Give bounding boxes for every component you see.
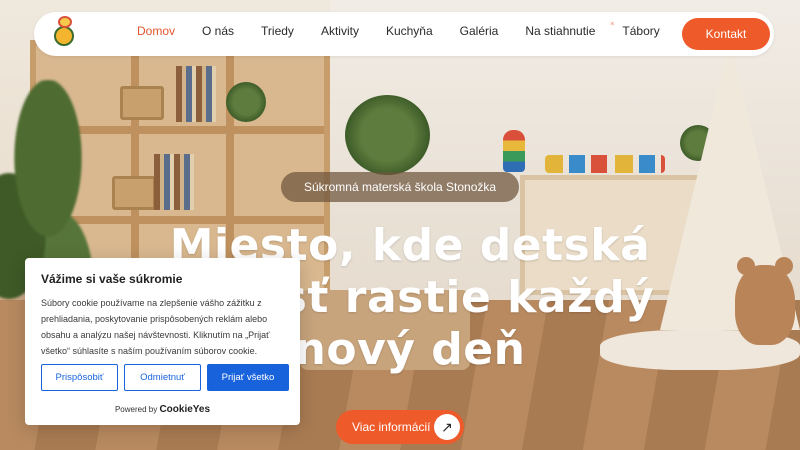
cookieyes-logo[interactable]: CookieYes bbox=[159, 404, 210, 415]
cookie-description: Súbory cookie používame na zlepšenie váš… bbox=[41, 298, 270, 356]
reject-button[interactable]: Odmietnuť bbox=[124, 364, 201, 391]
potted-plant bbox=[345, 95, 430, 175]
nav-item-triedy[interactable]: Triedy bbox=[261, 24, 294, 38]
powered-by: Powered by CookieYes bbox=[25, 404, 300, 415]
nav-item-na-stiahnutie[interactable]: Na stiahnutie bbox=[525, 24, 595, 38]
cookie-button-group: Prispôsobiť Odmietnuť Prijať všetko bbox=[41, 364, 289, 391]
nav-item-tabory[interactable]: Tábory bbox=[622, 24, 659, 38]
accept-all-button[interactable]: Prijať všetko bbox=[207, 364, 289, 391]
nav-item-domov[interactable]: Domov bbox=[137, 24, 175, 38]
nav-item-kuchyna[interactable]: Kuchyňa bbox=[386, 24, 433, 38]
nav-item-aktivity[interactable]: Aktivity bbox=[321, 24, 359, 38]
toy-trains bbox=[545, 155, 665, 173]
customize-button[interactable]: Prispôsobiť bbox=[41, 364, 118, 391]
arrow-up-right-icon: ↗ bbox=[434, 414, 460, 440]
main-nav: Domov O nás Triedy Aktivity Kuchyňa Galé… bbox=[137, 21, 687, 38]
nav-badge-asterisk: * bbox=[610, 21, 615, 31]
caterpillar-logo-icon[interactable] bbox=[50, 14, 76, 50]
hero-eyebrow-pill: Súkromná materská škola Stonožka bbox=[281, 172, 519, 202]
contact-button[interactable]: Kontakt bbox=[682, 18, 770, 50]
more-info-label: Viac informácií bbox=[352, 420, 431, 434]
teddy-bear bbox=[735, 257, 795, 345]
more-info-button[interactable]: Viac informácií ↗ bbox=[336, 410, 464, 444]
cookie-title: Vážime si vaše súkromie bbox=[41, 272, 183, 286]
nav-item-o-nas[interactable]: O nás bbox=[202, 24, 234, 38]
cookie-consent-banner: Vážime si vaše súkromie Súbory cookie po… bbox=[25, 258, 300, 425]
nav-item-galeria[interactable]: Galéria bbox=[460, 24, 499, 38]
stacking-toy bbox=[503, 130, 525, 172]
powered-by-prefix: Powered by bbox=[114, 405, 158, 414]
